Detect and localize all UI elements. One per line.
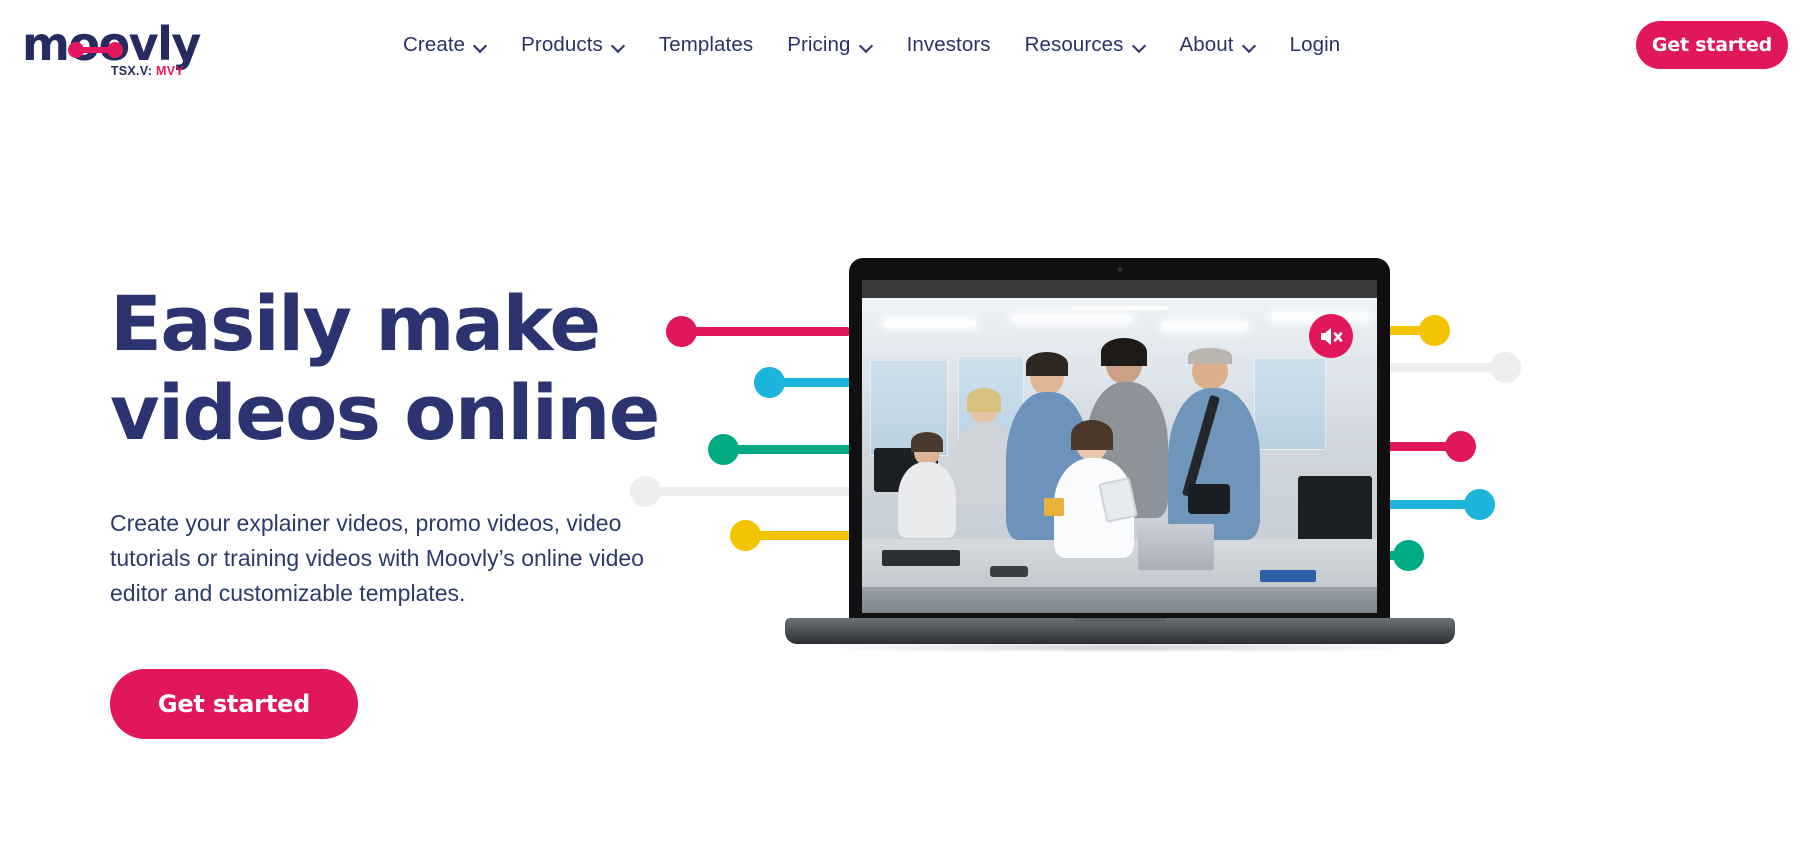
moovly-logo[interactable]: moovly TSX.V: MVY bbox=[22, 20, 202, 82]
header-get-started-button[interactable]: Get started bbox=[1636, 21, 1788, 69]
chevron-down-icon bbox=[612, 41, 625, 49]
nav-item-about[interactable]: About bbox=[1163, 26, 1273, 64]
nav-label: About bbox=[1179, 33, 1234, 56]
nav-item-products[interactable]: Products bbox=[504, 26, 642, 64]
chevron-down-icon bbox=[1133, 41, 1146, 49]
nav-label: Login bbox=[1289, 33, 1341, 56]
nav-label: Resources bbox=[1024, 33, 1124, 56]
site-header: moovly TSX.V: MVY Create Products Templa… bbox=[0, 0, 1816, 92]
chevron-down-icon bbox=[860, 41, 873, 49]
nav-label: Products bbox=[521, 33, 603, 56]
video-player-topbar bbox=[862, 280, 1377, 298]
video-progress-bar[interactable] bbox=[1071, 306, 1168, 310]
laptop-mockup bbox=[785, 258, 1455, 658]
laptop-base bbox=[785, 618, 1455, 644]
main-navigation: Create Products Templates Pricing Invest… bbox=[386, 26, 1357, 64]
hero-get-started-button[interactable]: Get started bbox=[110, 669, 358, 740]
chevron-down-icon bbox=[474, 41, 487, 49]
nav-item-login[interactable]: Login bbox=[1273, 26, 1358, 64]
video-player[interactable] bbox=[862, 280, 1377, 613]
webcam-icon bbox=[1117, 267, 1122, 272]
logo-ticker: TSX.V: MVY bbox=[111, 64, 184, 78]
laptop-shadow bbox=[803, 642, 1437, 653]
hero-heading-line-2: videos online bbox=[110, 367, 660, 457]
hero-subtitle: Create your explainer videos, promo vide… bbox=[110, 509, 644, 607]
hero-visual bbox=[630, 250, 1816, 730]
chevron-down-icon bbox=[1243, 41, 1256, 49]
mute-toggle-button[interactable] bbox=[1309, 314, 1353, 358]
speaker-mute-icon bbox=[1320, 327, 1342, 345]
logo-dumbbell-icon bbox=[68, 42, 123, 58]
laptop-notch bbox=[1074, 618, 1166, 627]
nav-item-pricing[interactable]: Pricing bbox=[770, 26, 889, 64]
nav-label: Templates bbox=[658, 33, 754, 56]
laptop-lid bbox=[849, 258, 1390, 626]
ticker-symbol: MVY bbox=[156, 64, 184, 78]
ticker-exchange: TSX.V: bbox=[110, 64, 153, 78]
hero-heading-line-1: Easily make bbox=[110, 279, 601, 368]
nav-item-templates[interactable]: Templates bbox=[642, 26, 770, 64]
nav-label: Investors bbox=[906, 33, 991, 56]
nav-item-create[interactable]: Create bbox=[386, 26, 504, 64]
nav-label: Create bbox=[403, 33, 466, 56]
nav-item-investors[interactable]: Investors bbox=[890, 26, 1008, 64]
nav-item-resources[interactable]: Resources bbox=[1008, 26, 1163, 64]
video-still-office-team bbox=[862, 298, 1377, 613]
nav-label: Pricing bbox=[787, 33, 851, 56]
